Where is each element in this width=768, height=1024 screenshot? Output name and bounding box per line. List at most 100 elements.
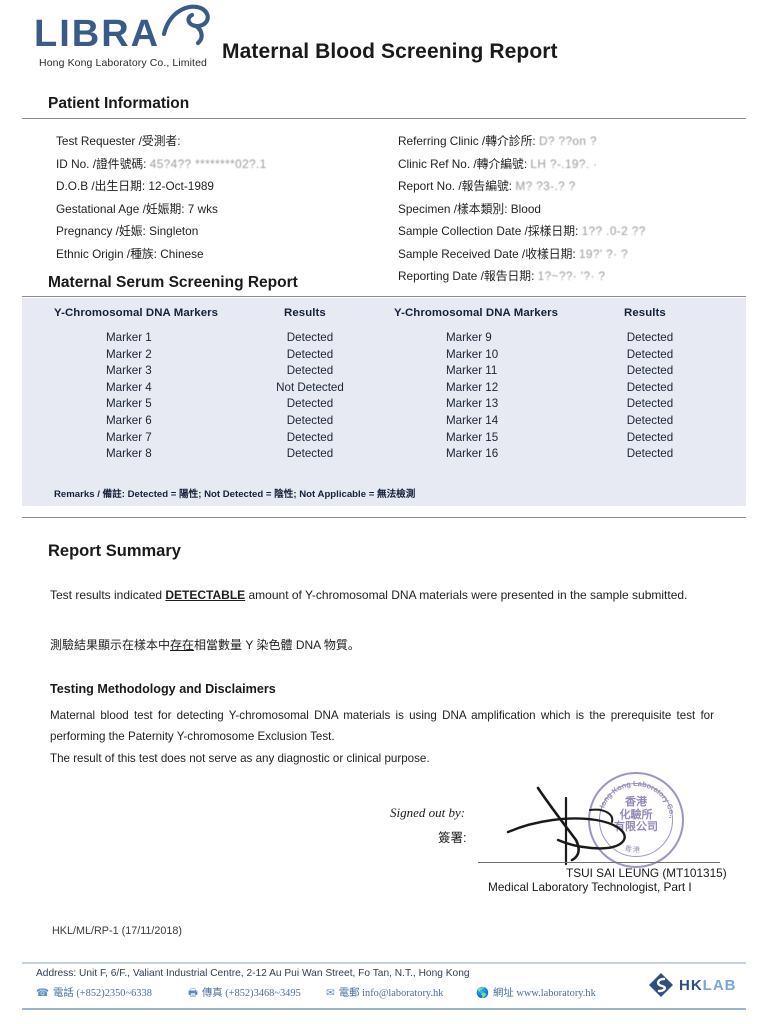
footer-phone-value: (+852)2350~6338 (76, 988, 152, 999)
patient-field-right-5: Sample Received Date /收樣日期: 19?' ?· ? (398, 245, 628, 262)
hklab-logo: HKLAB (648, 972, 737, 998)
footer-web-value[interactable]: www.laboratory.hk (516, 988, 595, 999)
footer-email-label: 電郵 (338, 988, 360, 999)
footer-phone-label: 電話 (52, 988, 74, 999)
markers-right-result-0: Detected (626, 331, 674, 344)
document-header: LIBRA Hong Kong Laboratory Co., Limited … (0, 0, 768, 86)
patient-field-left-1-label: ID No. /證件號碼: (56, 156, 150, 171)
patient-field-right-5-label: Sample Received Date /收樣日期: (398, 246, 579, 261)
serum-section-divider (22, 296, 746, 297)
markers-right-marker-5: Marker 14 (446, 414, 499, 427)
patient-field-right-2: Report No. /報告編號: M? ?3-.? ? (398, 177, 576, 194)
markers-right-result-3: Detected (626, 380, 674, 394)
patient-field-left-4: Pregnancy /妊娠: Singleton (56, 222, 198, 239)
footer-fax-label: 傳真 (201, 988, 223, 999)
markers-left-result-1: Detected (286, 347, 334, 361)
libra-swirl-icon (161, 4, 210, 46)
summary-statement-chinese: 測驗結果顯示在樣本中存在相當數量 Y 染色體 DNA 物質。 (50, 632, 714, 658)
summary-cn-pre: 測驗結果顯示在樣本中 (50, 638, 171, 652)
serum-report-heading: Maternal Serum Screening Report (48, 274, 298, 291)
hklab-hk: HK (679, 976, 703, 994)
footer-web-item[interactable]: 🌎 網址 www.laboratory.hk (476, 984, 596, 999)
markers-left-result-2: Detected (286, 364, 334, 378)
stamp-cn-line1: 香港 (625, 796, 647, 808)
markers-right-result-6: Detected (626, 430, 674, 444)
markers-left-marker-2: Marker 3 (106, 364, 152, 378)
markers-left-result-7: Detected (286, 447, 334, 461)
patient-field-left-2: D.O.B /出生日期: 12-Oct-1989 (56, 177, 214, 194)
markers-right-marker-3: Marker 12 (446, 380, 499, 394)
patient-field-left-2-label: D.O.B /出生日期: (56, 179, 149, 193)
patient-field-right-0-value: D? ??on ? (538, 134, 597, 148)
signatory-name: TSUI SAI LEUNG (MT101315) (566, 866, 727, 880)
patient-field-left-5-value: Chinese (160, 246, 204, 261)
stamp-cn-line2: 化驗所 (619, 808, 653, 821)
hklab-diamond-icon (649, 973, 673, 997)
stamp-chinese-text: 香港 化驗所 有限公司 (590, 796, 682, 834)
patient-field-left-2-value: 12-Oct-1989 (148, 179, 214, 193)
markers-left-marker-1: Marker 2 (106, 347, 152, 361)
patient-field-right-1-label: Clinic Ref No. /轉介編號: (398, 156, 531, 171)
markers-right-result-4: Detected (626, 397, 674, 411)
signed-out-by-label-cn: 簽署: (438, 831, 467, 845)
markers-right-result-5: Detected (626, 414, 674, 427)
footer-address: Address: Unit F, 6/F., Valiant Industria… (36, 968, 470, 979)
markers-left-marker-7: Marker 8 (106, 447, 152, 461)
footer-top-rule (22, 962, 746, 964)
patient-field-right-0-label: Referring Clinic /轉介診所: (398, 134, 539, 148)
signed-out-by-label: Signed out by: (390, 805, 466, 820)
patient-field-left-1-value: 45?4?? ********02?.1 (149, 156, 267, 171)
markers-right-marker-4: Marker 13 (446, 397, 499, 411)
markers-left-result-0: Detected (286, 331, 334, 344)
footer-email-item[interactable]: ✉ 電郵 info@laboratory.hk (326, 984, 443, 999)
markers-left-result-4: Detected (286, 397, 334, 411)
page-title: Maternal Blood Screening Report (222, 40, 558, 63)
markers-right-result-7: Detected (626, 447, 674, 461)
markers-table: Y-Chromosomal DNA Markers Results Y-Chro… (22, 298, 746, 506)
logo-subtitle: Hong Kong Laboratory Co., Limited (39, 57, 207, 69)
markers-right-marker-2: Marker 11 (446, 364, 498, 378)
summary-statement: Test results indicated DETECTABLE amount… (50, 582, 714, 608)
footer-fax-item: 🖶 傳真 (+852)3468~3495 (188, 984, 301, 1003)
patient-field-left-0-label: Test Requester /受測者: (56, 134, 181, 148)
patient-field-right-6-label: Reporting Date /報告日期: (398, 269, 538, 283)
hklab-wordmark: HKLAB (679, 977, 737, 994)
patient-field-right-4-label: Sample Collection Date /採樣日期: (398, 224, 582, 238)
patient-field-right-2-value: M? ?3-.? ? (515, 179, 576, 193)
footer-web-label: 網址 (492, 988, 514, 999)
markers-right-marker-0: Marker 9 (446, 331, 492, 344)
methodology-paragraph: Maternal blood test for detecting Y-chro… (50, 709, 714, 743)
patient-field-right-3-label: Specimen /樣本類別: (398, 201, 511, 216)
patient-field-right-1-value: LH ?-.19?. · (530, 156, 598, 171)
footer-email-value[interactable]: info@laboratory.hk (362, 988, 443, 999)
patient-field-right-2-label: Report No. /報告編號: (398, 179, 516, 193)
markers-right-result-1: Detected (626, 347, 674, 361)
phone-icon: ☎ (36, 988, 49, 999)
markers-left-marker-3: Marker 4 (106, 380, 152, 394)
patient-field-left-4-label: Pregnancy /妊娠: (56, 224, 150, 238)
summary-cn-post: 相當數量 Y 染色體 DNA 物質。 (194, 638, 360, 652)
patient-field-right-3-value: Blood (510, 201, 541, 216)
markers-left-result-6: Detected (286, 430, 334, 444)
patient-field-left-3-value: 7 wks (187, 201, 218, 216)
right-column-header-results: Results (624, 307, 666, 319)
patient-field-right-6-value: 1?~??· '?· ? (537, 269, 606, 283)
patient-field-right-3: Specimen /樣本類別: Blood (398, 200, 541, 217)
footer-bottom-rule (22, 1008, 746, 1010)
markers-right-marker-7: Marker 16 (446, 447, 499, 461)
patient-field-right-0: Referring Clinic /轉介診所: D? ??on ? (398, 132, 597, 149)
patient-field-left-0: Test Requester /受測者: (56, 132, 181, 149)
methodology-disclaimer: The result of this test does not serve a… (50, 752, 430, 765)
hklab-lab: LAB (702, 976, 737, 994)
left-column-header-results: Results (284, 307, 326, 319)
summary-post: amount of Y-chromosomal DNA materials we… (245, 588, 688, 602)
globe-icon: 🌎 (476, 988, 489, 999)
patient-field-right-4: Sample Collection Date /採樣日期: 1?? .0-2 ?… (398, 222, 646, 239)
patient-field-right-4-value: 1?? .0-2 ?? (581, 224, 646, 238)
markers-right-marker-6: Marker 15 (446, 430, 499, 444)
summary-cn-emphasis: 存在 (170, 638, 195, 652)
patient-field-right-6: Reporting Date /報告日期: 1?~??· '?· ? (398, 267, 605, 284)
markers-right-result-2: Detected (626, 364, 674, 378)
markers-remarks: Remarks / 備註: Detected = 陽性; Not Detecte… (54, 489, 416, 500)
summary-pre: Test results indicated (50, 588, 166, 602)
